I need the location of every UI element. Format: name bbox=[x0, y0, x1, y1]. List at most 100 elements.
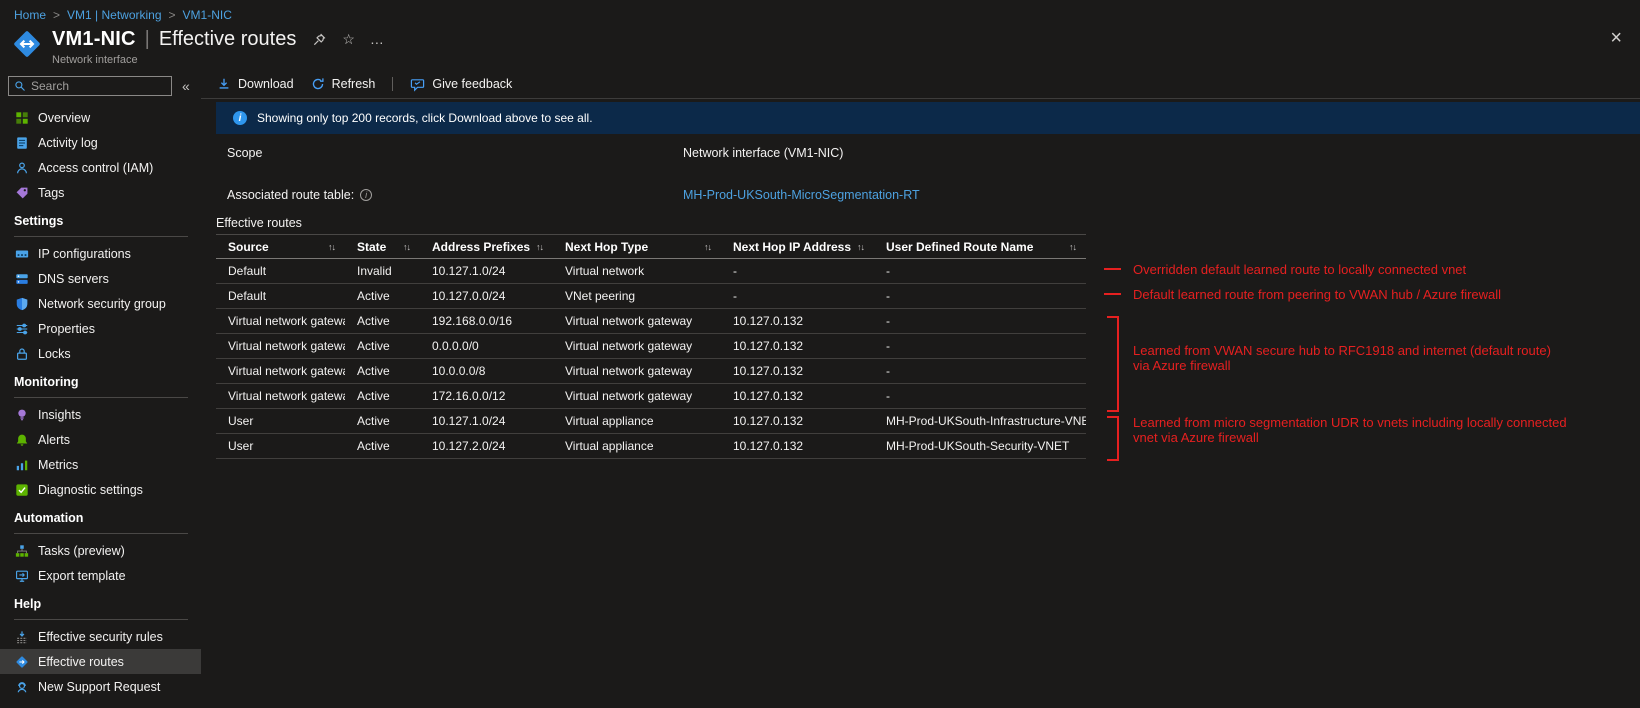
sort-icon[interactable]: ↑↓ bbox=[328, 242, 336, 252]
cell-next-hop-ip: 10.127.0.132 bbox=[733, 389, 804, 403]
table-row[interactable]: Default Invalid 10.127.1.0/24 Virtual ne… bbox=[216, 259, 1086, 284]
table-header-row: Source ↑↓ State ↑↓ Address Prefixes ↑↓ Next… bbox=[216, 234, 1086, 259]
give-feedback-button[interactable]: Give feedback bbox=[410, 77, 512, 92]
lock-icon bbox=[14, 346, 29, 361]
cell-address-prefix: 10.127.2.0/24 bbox=[432, 439, 506, 453]
collapse-sidebar-icon[interactable]: « bbox=[179, 78, 193, 94]
info-banner: i Showing only top 200 records, click Do… bbox=[216, 102, 1640, 134]
toolbar: Download Refresh Give feedback bbox=[201, 70, 1640, 99]
cell-udr-name: - bbox=[886, 339, 890, 353]
sidebar-item-label: Properties bbox=[38, 321, 95, 336]
download-button[interactable]: Download bbox=[217, 77, 294, 91]
cell-state: Active bbox=[357, 389, 390, 403]
search-icon bbox=[15, 81, 25, 91]
table-row[interactable]: Default Active 10.127.0.0/24 VNet peerin… bbox=[216, 284, 1086, 309]
sidebar-item-label: Overview bbox=[38, 110, 91, 125]
sidebar-item-diagnostic-settings[interactable]: Diagnostic settings bbox=[0, 477, 201, 502]
table-row[interactable]: User Active 10.127.1.0/24 Virtual applia… bbox=[216, 409, 1086, 434]
column-header-next-hop-type[interactable]: Next Hop Type ↑↓ bbox=[553, 240, 721, 254]
sidebar-item-locks[interactable]: Locks bbox=[0, 341, 201, 366]
sidebar-item-effective-security-rules[interactable]: Effective security rules bbox=[0, 624, 201, 649]
sidebar-item-label: IP configurations bbox=[38, 246, 131, 261]
table-row[interactable]: Virtual network gateway Active 172.16.0.… bbox=[216, 384, 1086, 409]
download-label: Download bbox=[238, 77, 294, 91]
breadcrumb-vm1-networking[interactable]: VM1 | Networking bbox=[67, 8, 161, 22]
scope-value: Network interface (VM1-NIC) bbox=[683, 146, 844, 160]
effective-security-rules-icon bbox=[14, 629, 29, 644]
column-header-next-hop-ip[interactable]: Next Hop IP Address ↑↓ bbox=[721, 240, 874, 254]
cell-next-hop-ip: 10.127.0.132 bbox=[733, 314, 804, 328]
cell-state: Active bbox=[357, 314, 390, 328]
sidebar-item-label: Tasks (preview) bbox=[38, 543, 125, 558]
sidebar-item-activity-log[interactable]: Activity log bbox=[0, 130, 201, 155]
sidebar-section-help: Help bbox=[14, 597, 188, 620]
network-security-group-icon bbox=[14, 296, 29, 311]
pin-icon[interactable] bbox=[312, 32, 327, 47]
ip-configurations-icon bbox=[14, 246, 29, 261]
cell-next-hop-type: Virtual appliance bbox=[565, 414, 654, 428]
column-header-state[interactable]: State ↑↓ bbox=[345, 240, 420, 254]
column-header-source[interactable]: Source ↑↓ bbox=[216, 240, 345, 254]
sidebar-item-ip-configurations[interactable]: IP configurations bbox=[0, 241, 201, 266]
sidebar-item-label: Effective routes bbox=[38, 654, 124, 669]
cell-udr-name: - bbox=[886, 364, 890, 378]
toolbar-divider bbox=[392, 77, 394, 91]
refresh-label: Refresh bbox=[331, 77, 376, 91]
column-header-udr-name[interactable]: User Defined Route Name ↑↓ bbox=[874, 240, 1086, 254]
table-row[interactable]: Virtual network gateway Active 0.0.0.0/0… bbox=[216, 334, 1086, 359]
column-header-address-prefixes[interactable]: Address Prefixes ↑↓ bbox=[420, 240, 553, 254]
sort-icon[interactable]: ↑↓ bbox=[403, 242, 411, 252]
table-row[interactable]: Virtual network gateway Active 192.168.0… bbox=[216, 309, 1086, 334]
cell-source: Virtual network gateway bbox=[228, 339, 345, 353]
sidebar-item-export-template[interactable]: Export template bbox=[0, 563, 201, 588]
download-icon bbox=[219, 78, 229, 89]
sidebar-search[interactable] bbox=[8, 76, 172, 96]
breadcrumb-home[interactable]: Home bbox=[14, 8, 46, 22]
annotation-dash bbox=[1104, 268, 1121, 270]
sidebar-item-metrics[interactable]: Metrics bbox=[0, 452, 201, 477]
cell-next-hop-type: VNet peering bbox=[565, 289, 636, 303]
sort-icon[interactable]: ↑↓ bbox=[704, 242, 712, 252]
sort-icon[interactable]: ↑↓ bbox=[536, 242, 544, 252]
sidebar-item-network-security-group[interactable]: Network security group bbox=[0, 291, 201, 316]
sidebar-item-alerts[interactable]: Alerts bbox=[0, 427, 201, 452]
search-input[interactable] bbox=[31, 79, 166, 93]
sidebar-item-label: Access control (IAM) bbox=[38, 160, 154, 175]
cell-source: Default bbox=[228, 289, 267, 303]
cell-next-hop-ip: - bbox=[733, 289, 737, 303]
refresh-button[interactable]: Refresh bbox=[311, 77, 376, 91]
blade-content: Download Refresh Give feedback i Showing… bbox=[201, 70, 1640, 708]
favorite-star-icon[interactable]: ☆ bbox=[342, 32, 355, 46]
breadcrumb-vm1-nic[interactable]: VM1-NIC bbox=[183, 8, 232, 22]
sidebar-item-access-control[interactable]: Access control (IAM) bbox=[0, 155, 201, 180]
info-tooltip-icon[interactable]: i bbox=[360, 189, 373, 201]
scope-label: Scope bbox=[227, 146, 263, 160]
table-row[interactable]: Virtual network gateway Active 10.0.0.0/… bbox=[216, 359, 1086, 384]
sort-icon[interactable]: ↑↓ bbox=[857, 242, 865, 252]
cell-state: Active bbox=[357, 289, 390, 303]
sidebar-item-insights[interactable]: Insights bbox=[0, 402, 201, 427]
cell-address-prefix: 10.0.0.0/8 bbox=[432, 364, 486, 378]
more-options-icon[interactable]: … bbox=[370, 32, 384, 46]
sidebar-item-effective-routes[interactable]: Effective routes bbox=[0, 649, 201, 674]
breadcrumb-separator-icon: > bbox=[168, 8, 176, 22]
sidebar-item-tags[interactable]: Tags bbox=[0, 180, 201, 205]
sort-icon[interactable]: ↑↓ bbox=[1069, 242, 1077, 252]
route-table-link[interactable]: MH-Prod-UKSouth-MicroSegmentation-RT bbox=[683, 188, 920, 202]
title-separator: | bbox=[144, 28, 150, 50]
sidebar-item-label: Diagnostic settings bbox=[38, 482, 143, 497]
cell-next-hop-ip: 10.127.0.132 bbox=[733, 439, 804, 453]
annotation-text: Default learned route from peering to VW… bbox=[1133, 287, 1502, 302]
cell-source: Default bbox=[228, 264, 267, 278]
sidebar-item-new-support-request[interactable]: New Support Request bbox=[0, 674, 201, 699]
sidebar-item-tasks-preview[interactable]: Tasks (preview) bbox=[0, 538, 201, 563]
table-row[interactable]: User Active 10.127.2.0/24 Virtual applia… bbox=[216, 434, 1086, 459]
sidebar-item-properties[interactable]: Properties bbox=[0, 316, 201, 341]
sidebar-item-dns-servers[interactable]: DNS servers bbox=[0, 266, 201, 291]
sidebar-item-label: New Support Request bbox=[38, 679, 161, 694]
sidebar-item-overview[interactable]: Overview bbox=[0, 105, 201, 130]
cell-next-hop-type: Virtual network gateway bbox=[565, 339, 693, 353]
close-icon[interactable]: × bbox=[1610, 28, 1622, 48]
tasks-icon bbox=[14, 543, 29, 558]
sidebar-item-label: Locks bbox=[38, 346, 71, 361]
